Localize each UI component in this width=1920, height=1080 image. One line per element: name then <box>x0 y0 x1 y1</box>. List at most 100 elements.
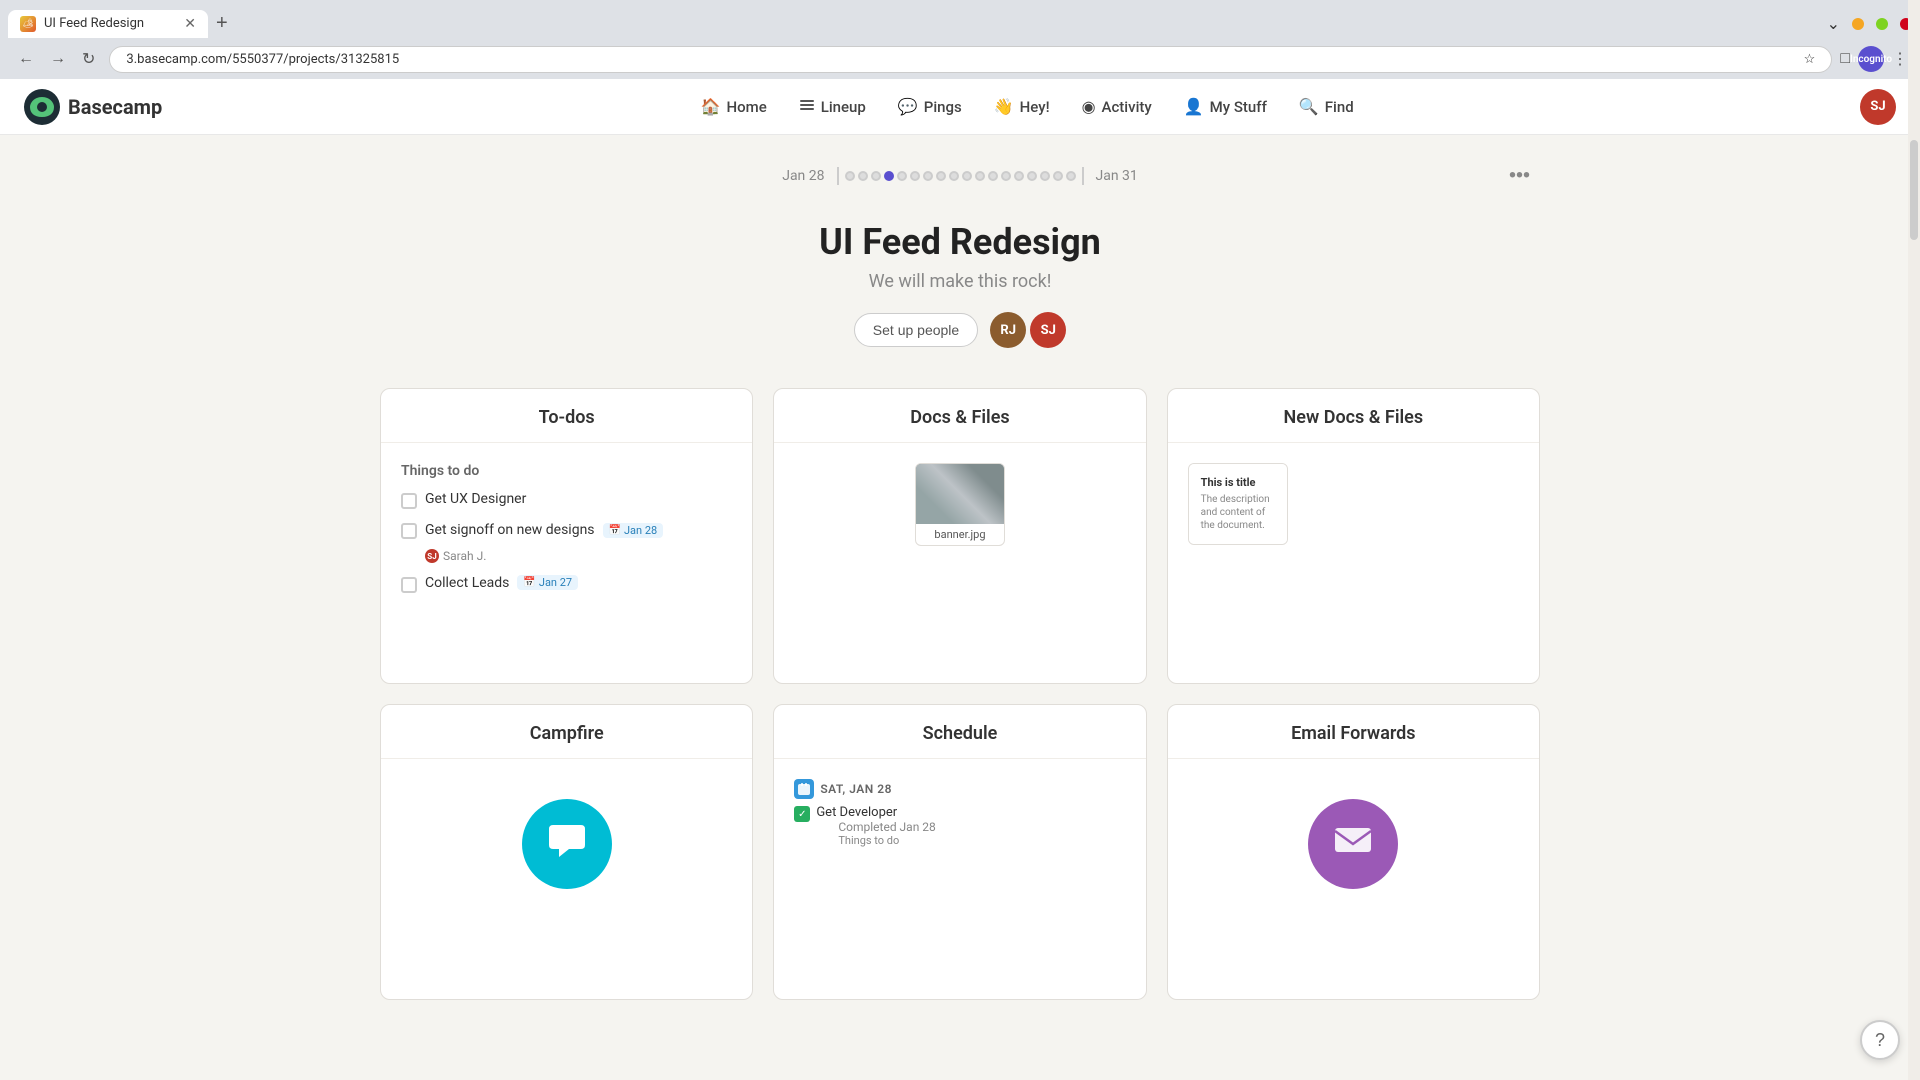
tab-favicon: 🏕 <box>20 16 36 32</box>
todos-card-body: Things to do Get UX Designer Get signoff… <box>381 443 752 683</box>
my-stuff-icon: 👤 <box>1184 97 1204 116</box>
timeline-dot-1[interactable] <box>858 171 868 181</box>
timeline-dot-0[interactable] <box>845 171 855 181</box>
timeline-dot-2[interactable] <box>871 171 881 181</box>
timeline-dot-16[interactable] <box>1053 171 1063 181</box>
minimize-button[interactable] <box>1852 18 1864 30</box>
todo-date-badge-2: 📅 Jan 28 <box>603 523 664 538</box>
todo-assignee-2: SJ Sarah J. <box>425 549 486 563</box>
todos-card: To-dos Things to do Get UX Designer Get … <box>380 388 753 684</box>
project-subtitle: We will make this rock! <box>380 271 1540 292</box>
nav-pings[interactable]: 💬 Pings <box>884 89 976 124</box>
doc-image-inner <box>916 464 1005 524</box>
nav-find-label: Find <box>1325 98 1354 116</box>
browser-more-button[interactable]: ⋮ <box>1892 49 1908 69</box>
browser-tabs: 🏕 UI Feed Redesign ✕ + ⌄ <box>0 0 1920 39</box>
app-navigation: Basecamp 🏠 Home Lineup 💬 Pings 👋 Hey! ◉ … <box>0 79 1920 135</box>
timeline-dot-9[interactable] <box>962 171 972 181</box>
schedule-date-icon <box>794 779 814 799</box>
nav-my-stuff-label: My Stuff <box>1210 98 1267 116</box>
profile-badge[interactable]: Incognito <box>1858 46 1884 72</box>
help-button[interactable]: ? <box>1860 1020 1900 1060</box>
timeline-dot-5[interactable] <box>910 171 920 181</box>
avatar-sj[interactable]: SJ <box>1030 312 1066 348</box>
new-doc-tile[interactable]: This is title The description and conten… <box>1188 463 1288 545</box>
doc-image <box>916 464 1005 524</box>
tab-title: UI Feed Redesign <box>44 16 176 31</box>
schedule-card-header: Schedule <box>774 705 1145 759</box>
scrollbar-thumb[interactable] <box>1910 140 1918 240</box>
timeline-dot-4[interactable] <box>897 171 907 181</box>
timeline-dot-17[interactable] <box>1066 171 1076 181</box>
todo-checkbox-1[interactable] <box>401 493 417 509</box>
nav-links: 🏠 Home Lineup 💬 Pings 👋 Hey! ◉ Activity … <box>194 89 1860 125</box>
cards-grid-row1: To-dos Things to do Get UX Designer Get … <box>380 388 1540 684</box>
todos-card-header: To-dos <box>381 389 752 443</box>
nav-lineup[interactable]: Lineup <box>785 89 880 125</box>
todo-checkbox-3[interactable] <box>401 577 417 593</box>
brand-logo-link[interactable]: Basecamp <box>24 89 162 125</box>
timeline-dot-8[interactable] <box>949 171 959 181</box>
docs-files-card-header: Docs & Files <box>774 389 1145 443</box>
email-icon-wrapper <box>1188 779 1519 909</box>
toolbar-actions: □ Incognito ⋮ <box>1840 46 1908 72</box>
active-tab[interactable]: 🏕 UI Feed Redesign ✕ <box>8 10 208 38</box>
campfire-card: Campfire <box>380 704 753 1000</box>
new-docs-card-header: New Docs & Files <box>1168 389 1539 443</box>
todo-section-title: Things to do <box>401 463 732 479</box>
back-button[interactable]: ← <box>12 45 40 73</box>
timeline-dot-7[interactable] <box>936 171 946 181</box>
nav-home[interactable]: 🏠 Home <box>687 89 781 124</box>
timeline-dot-11[interactable] <box>988 171 998 181</box>
tab-list-icon: ⌄ <box>1827 14 1840 33</box>
reload-button[interactable]: ↻ <box>76 45 101 73</box>
schedule-date-label: SAT, JAN 28 <box>820 782 892 796</box>
email-forwards-card: Email Forwards <box>1167 704 1540 1000</box>
user-avatar[interactable]: SJ <box>1860 89 1896 125</box>
schedule-task-1: ✓ Get Developer Completed Jan 28 Things … <box>794 805 1125 847</box>
basecamp-logo <box>24 89 60 125</box>
nav-home-label: Home <box>726 98 766 116</box>
nav-activity[interactable]: ◉ Activity <box>1068 89 1166 124</box>
setup-people-button[interactable]: Set up people <box>854 313 978 347</box>
schedule-card: Schedule SAT, JAN 28 <box>773 704 1146 1000</box>
todos-card-title: To-dos <box>539 407 595 428</box>
scrollbar[interactable] <box>1908 0 1920 1080</box>
doc-thumbnail[interactable]: banner.jpg <box>915 463 1005 546</box>
forward-button[interactable]: → <box>44 45 72 73</box>
nav-activity-label: Activity <box>1102 98 1152 116</box>
project-header: UI Feed Redesign We will make this rock!… <box>380 221 1540 348</box>
timeline-more-button[interactable]: ••• <box>1499 159 1540 194</box>
campfire-circle <box>522 799 612 889</box>
address-bar[interactable]: 3.basecamp.com/5550377/projects/31325815… <box>109 46 1832 73</box>
hey-icon: 👋 <box>994 97 1014 116</box>
calendar-icon-2: 📅 <box>609 525 621 536</box>
timeline-dot-10[interactable] <box>975 171 985 181</box>
new-docs-card-body: This is title The description and conten… <box>1168 443 1539 683</box>
timeline-dot-12[interactable] <box>1001 171 1011 181</box>
todo-checkbox-2[interactable] <box>401 523 417 539</box>
timeline-dot-14[interactable] <box>1027 171 1037 181</box>
nav-find[interactable]: 🔍 Find <box>1285 89 1368 124</box>
extensions-button[interactable]: □ <box>1840 50 1850 68</box>
maximize-button[interactable] <box>1876 18 1888 30</box>
timeline-dot-3[interactable] <box>884 171 894 181</box>
email-forwards-card-header: Email Forwards <box>1168 705 1539 759</box>
new-doc-description: The description and content of the docum… <box>1201 493 1275 532</box>
campfire-card-header: Campfire <box>381 705 752 759</box>
timeline-dot-13[interactable] <box>1014 171 1024 181</box>
campfire-card-body <box>381 759 752 999</box>
tab-close-button[interactable]: ✕ <box>184 16 196 32</box>
todo-date-3: Jan 27 <box>539 576 572 589</box>
star-icon[interactable]: ☆ <box>1804 52 1816 67</box>
nav-my-stuff[interactable]: 👤 My Stuff <box>1170 89 1281 124</box>
timeline-dot-6[interactable] <box>923 171 933 181</box>
new-tab-button[interactable]: + <box>208 8 236 39</box>
todo-label-1: Get UX Designer <box>425 491 526 507</box>
window-controls: ⌄ <box>1827 14 1912 33</box>
browser-toolbar: ← → ↻ 3.basecamp.com/5550377/projects/31… <box>0 39 1920 79</box>
timeline-dot-15[interactable] <box>1040 171 1050 181</box>
nav-hey[interactable]: 👋 Hey! <box>980 89 1064 124</box>
avatar-rj[interactable]: RJ <box>990 312 1026 348</box>
todo-label-2: Get signoff on new designs <box>425 522 595 538</box>
